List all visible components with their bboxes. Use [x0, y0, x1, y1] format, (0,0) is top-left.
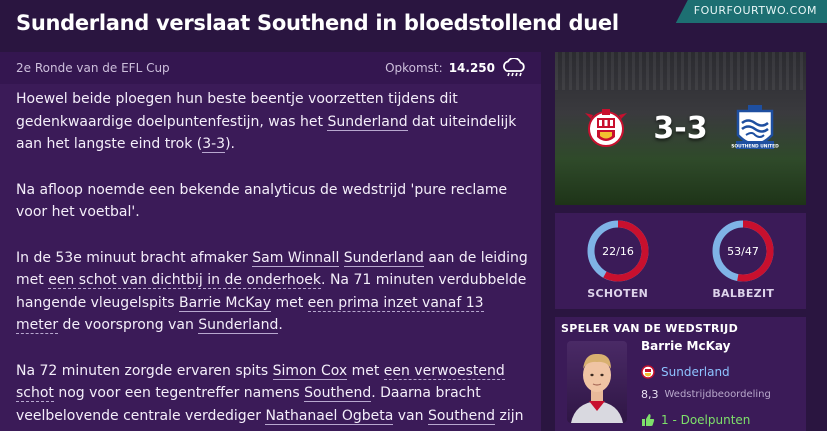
possession-value: 53/47 [727, 245, 759, 258]
thumbs-up-icon [642, 414, 655, 426]
attendance-value: 14.250 [448, 61, 495, 75]
attendance-label: Opkomst: [385, 61, 443, 75]
player-rating: 8,3 Wedstrijdbeoordeling [641, 388, 771, 401]
sunderland-crest-icon[interactable] [581, 101, 631, 157]
link-score[interactable]: 3-3 [202, 136, 226, 153]
shots-label: SCHOTEN [587, 287, 649, 300]
link-player[interactable]: Barrie McKay [179, 294, 271, 312]
shots-value: 22/16 [602, 245, 634, 258]
article-paragraph: Na 72 minuten zorgde ervaren spits Simon… [16, 362, 524, 431]
player-rating-label: Wedstrijdbeoordeling [664, 389, 771, 400]
link-team[interactable]: Southend [304, 385, 372, 402]
player-rating-value: 8,3 [641, 388, 659, 401]
shots-stat: 22/16 SCHOTEN [585, 218, 651, 300]
player-portrait-icon [571, 353, 623, 423]
link-player[interactable]: Nathanael Ogbeta [265, 407, 394, 425]
article-panel: 2e Ronde van de EFL Cup Opkomst: 14.250 … [0, 52, 541, 431]
player-club[interactable]: Sunderland [641, 364, 730, 380]
article-paragraph: Na afloop noemde een bekende analyticus … [16, 181, 508, 221]
score-panel: 3-3 SOUTHEND UNITED [555, 52, 806, 205]
motm-title: SPELER VAN DE WEDSTRIJD [561, 322, 739, 335]
possession-label: BALBEZIT [712, 287, 775, 300]
match-info-bar: 2e Ronde van de EFL Cup Opkomst: 14.250 [0, 52, 541, 84]
match-sidebar: 3-3 SOUTHEND UNITED 22/16 SCHOTEN 53/47 [555, 52, 806, 431]
link-player[interactable]: Simon Cox [272, 362, 348, 380]
sunderland-badge-icon [641, 365, 655, 379]
southend-crest-icon[interactable]: SOUTHEND UNITED [730, 101, 780, 157]
link-team[interactable]: Sunderland [327, 113, 408, 131]
player-goals: 1 - Doelpunten [641, 413, 750, 427]
player-goals-text: 1 - Doelpunten [661, 413, 751, 427]
player-club-name: Sunderland [661, 365, 730, 379]
player-name[interactable]: Barrie McKay [641, 339, 730, 353]
link-team[interactable]: Southend [427, 407, 496, 425]
competition-label: 2e Ronde van de EFL Cup [16, 61, 170, 75]
source-tag[interactable]: FOURFOURTWO.COM [675, 0, 827, 23]
cloud-rain-icon [503, 58, 525, 77]
match-score: 3-3 [653, 111, 708, 146]
southend-crest-text: SOUTHEND UNITED [731, 143, 779, 149]
link-team[interactable]: Sunderland [343, 249, 424, 267]
attendance: Opkomst: 14.250 [385, 58, 527, 78]
player-avatar[interactable] [567, 341, 627, 423]
shots-donut-chart: 22/16 [587, 220, 649, 282]
article-paragraph: Hoewel beide ploegen hun beste beentje v… [16, 91, 517, 153]
link-player[interactable]: Sam Winnall [252, 249, 340, 267]
stats-panel: 22/16 SCHOTEN 53/47 BALBEZIT [555, 213, 806, 309]
link-goal-highlight[interactable]: een schot van dichtbij in de onderhoek [48, 272, 322, 289]
possession-stat: 53/47 BALBEZIT [710, 218, 776, 300]
article-paragraph: In de 53e minuut bracht afmaker Sam Winn… [16, 249, 528, 334]
player-of-the-match-panel: SPELER VAN DE WEDSTRIJD Barrie McKay Sun… [555, 317, 806, 431]
article-body: Hoewel beide ploegen hun beste beentje v… [0, 84, 541, 431]
link-team[interactable]: Sunderland [198, 317, 279, 334]
possession-donut-chart: 53/47 [712, 220, 774, 282]
article-headline: Sunderland verslaat Southend in bloedsto… [16, 11, 619, 35]
